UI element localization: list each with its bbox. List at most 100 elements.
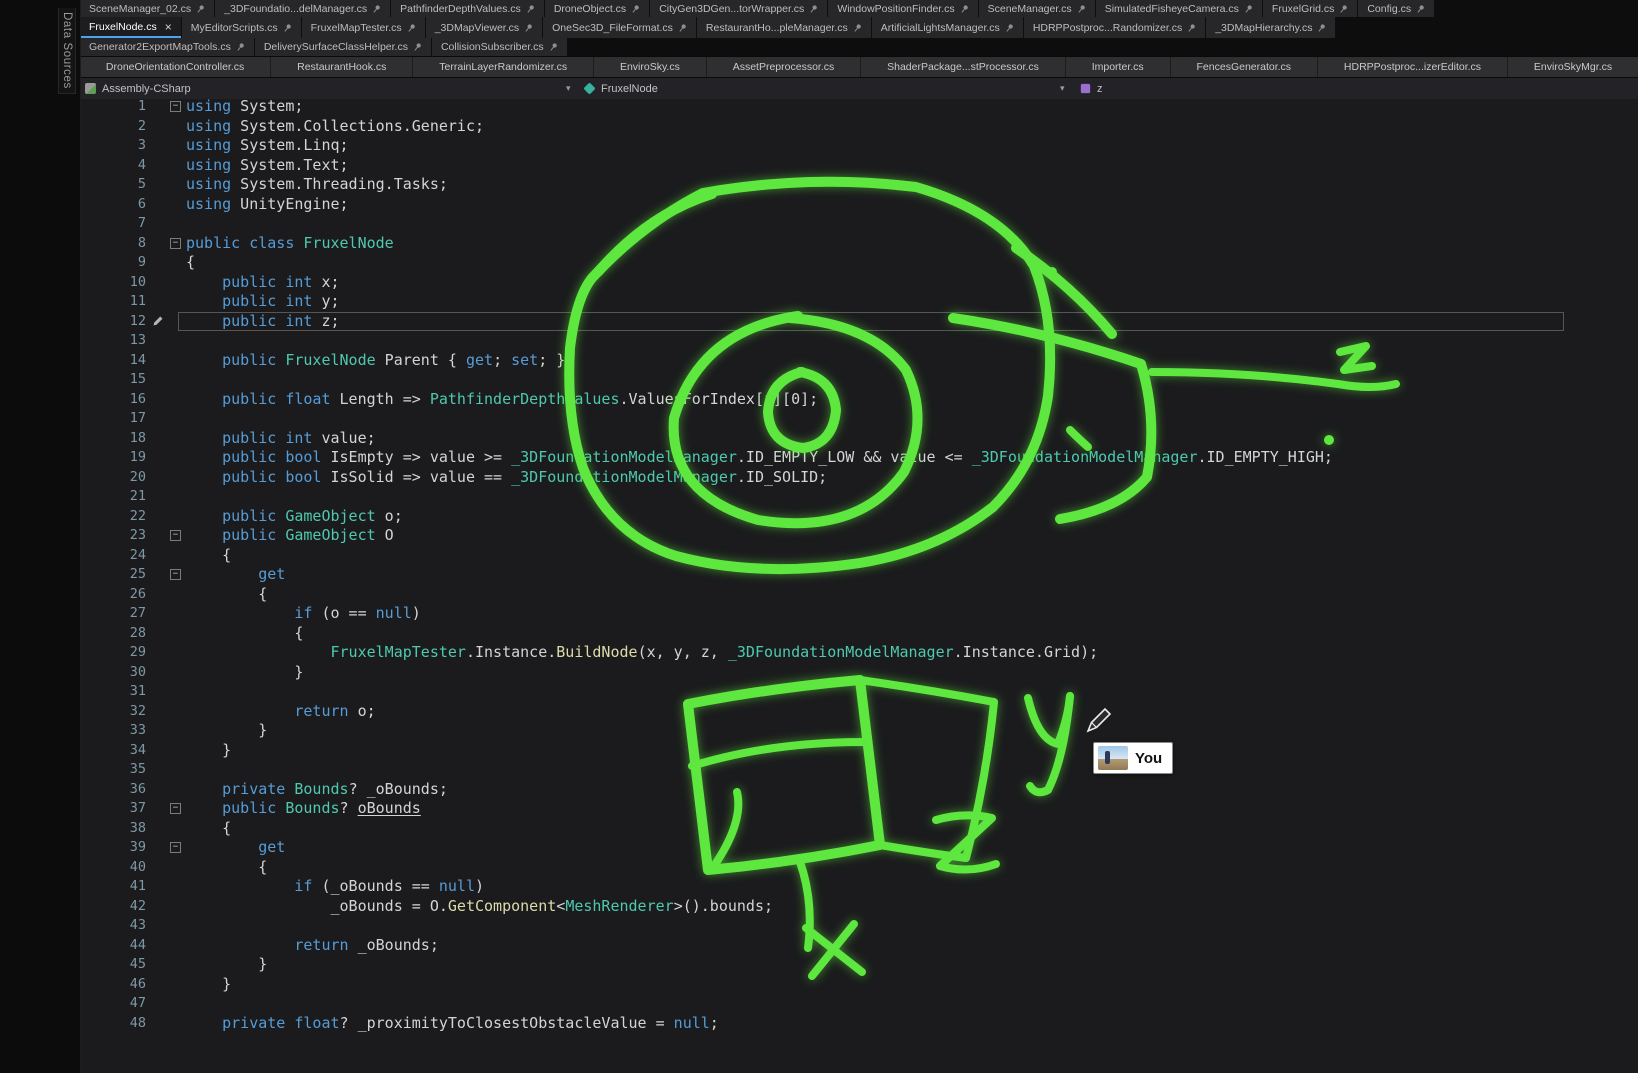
code-line[interactable]: 24 { [80, 546, 1638, 566]
code-line[interactable]: 16 public float Length => PathfinderDept… [80, 390, 1638, 410]
fold-toggle[interactable]: − [170, 842, 181, 853]
editor-tab[interactable]: SceneManager.cs [979, 0, 1095, 17]
code-line[interactable]: 37− public Bounds? oBounds [80, 799, 1638, 819]
pin-icon[interactable] [1339, 4, 1348, 14]
editor-tab[interactable]: FruxelGrid.cs [1263, 0, 1357, 17]
code-line[interactable]: 7 [80, 214, 1638, 234]
editor-tab[interactable]: _3DMapViewer.cs [426, 17, 542, 38]
editor-tab[interactable]: HDRPPostproc...Randomizer.cs [1024, 17, 1205, 38]
code-line[interactable]: 9{ [80, 253, 1638, 273]
member-dropdown[interactable]: z [1080, 78, 1103, 99]
code-line[interactable]: 30 } [80, 663, 1638, 683]
project-dropdown-chevron[interactable]: ▾ [566, 78, 571, 99]
code-line[interactable]: 25− get [80, 565, 1638, 585]
code-line[interactable]: 20 public bool IsSolid => value == _3DFo… [80, 468, 1638, 488]
code-line[interactable]: 26 { [80, 585, 1638, 605]
code-line[interactable]: 19 public bool IsEmpty => value >= _3DFo… [80, 448, 1638, 468]
close-icon[interactable]: × [165, 22, 172, 32]
code-line[interactable]: 8−public class FruxelNode [80, 234, 1638, 254]
code-line[interactable]: 5using System.Threading.Tasks; [80, 175, 1638, 195]
editor-tab[interactable]: DroneObject.cs [545, 0, 649, 17]
data-sources-side-tab[interactable]: Data Sources [58, 8, 76, 94]
pin-icon[interactable] [526, 4, 535, 14]
code-line[interactable]: 28 { [80, 624, 1638, 644]
code-line[interactable]: 45 } [80, 955, 1638, 975]
project-dropdown[interactable]: Assembly-CSharp [85, 78, 191, 99]
editor-tab[interactable]: SimulatedFisheyeCamera.cs [1096, 0, 1262, 17]
code-editor[interactable]: 1−using System;2using System.Collections… [80, 97, 1638, 1073]
code-line[interactable]: 29 FruxelMapTester.Instance.BuildNode(x,… [80, 643, 1638, 663]
code-line[interactable]: 38 { [80, 819, 1638, 839]
type-dropdown-chevron[interactable]: ▾ [1060, 78, 1065, 99]
editor-tab[interactable]: OneSec3D_FileFormat.cs [543, 17, 696, 38]
code-line[interactable]: 43 [80, 916, 1638, 936]
pin-icon[interactable] [1077, 4, 1086, 14]
fold-toggle[interactable]: − [170, 803, 181, 814]
editor-tab[interactable]: FruxelNode.cs× [80, 17, 181, 38]
pin-icon[interactable] [407, 23, 416, 33]
code-line[interactable]: 32 return o; [80, 702, 1638, 722]
code-line[interactable]: 13 [80, 331, 1638, 351]
code-line[interactable]: 10 public int x; [80, 273, 1638, 293]
pin-icon[interactable] [413, 42, 422, 52]
editor-tab[interactable]: WindowPositionFinder.cs [828, 0, 977, 17]
code-line[interactable]: 3using System.Linq; [80, 136, 1638, 156]
code-line[interactable]: 36 private Bounds? _oBounds; [80, 780, 1638, 800]
pin-icon[interactable] [196, 4, 205, 14]
editor-tab[interactable]: ArtificialLightsManager.cs [872, 17, 1023, 38]
editor-tab[interactable]: SceneManager_02.cs [80, 0, 214, 17]
code-line[interactable]: 11 public int y; [80, 292, 1638, 312]
editor-tab[interactable]: PathfinderDepthValues.cs [391, 0, 544, 17]
code-line[interactable]: 31 [80, 682, 1638, 702]
fold-toggle[interactable]: − [170, 101, 181, 112]
code-line[interactable]: 15 [80, 370, 1638, 390]
editor-tab[interactable]: _3DMapHierarchy.cs [1206, 17, 1335, 38]
pin-icon[interactable] [1317, 23, 1326, 33]
pin-icon[interactable] [678, 23, 687, 33]
code-line[interactable]: 21 [80, 487, 1638, 507]
document-tab[interactable]: FencesGenerator.cs [1171, 57, 1318, 77]
pin-icon[interactable] [809, 4, 818, 14]
editor-tab[interactable]: FruxelMapTester.cs [302, 17, 425, 38]
code-line[interactable]: 22 public GameObject o; [80, 507, 1638, 527]
fold-toggle[interactable]: − [170, 238, 181, 249]
pin-icon[interactable] [853, 23, 862, 33]
code-line[interactable]: 18 public int value; [80, 429, 1638, 449]
code-line[interactable]: 48 private float? _proximityToClosestObs… [80, 1014, 1638, 1034]
pin-icon[interactable] [1005, 23, 1014, 33]
code-line[interactable]: 27 if (o == null) [80, 604, 1638, 624]
document-tab[interactable]: DroneOrientationController.cs [80, 57, 271, 77]
pin-icon[interactable] [631, 4, 640, 14]
document-tab[interactable]: TerrainLayerRandomizer.cs [413, 57, 594, 77]
code-line[interactable]: 12 public int z; [80, 312, 1638, 332]
document-tab[interactable]: ShaderPackage...stProcessor.cs [861, 57, 1066, 77]
document-tab[interactable]: EnviroSkyMgr.cs [1508, 57, 1638, 77]
editor-tab[interactable]: DeliverySurfaceClassHelper.cs [255, 38, 431, 56]
code-line[interactable]: 2using System.Collections.Generic; [80, 117, 1638, 137]
code-line[interactable]: 14 public FruxelNode Parent { get; set; … [80, 351, 1638, 371]
code-line[interactable]: 40 { [80, 858, 1638, 878]
code-line[interactable]: 23− public GameObject O [80, 526, 1638, 546]
pin-icon[interactable] [1416, 4, 1425, 14]
pin-icon[interactable] [524, 23, 533, 33]
pin-icon[interactable] [960, 4, 969, 14]
code-line[interactable]: 34 } [80, 741, 1638, 761]
fold-toggle[interactable]: − [170, 530, 181, 541]
editor-tab[interactable]: CityGen3DGen...torWrapper.cs [650, 0, 827, 17]
type-dropdown[interactable]: FruxelNode [584, 78, 658, 99]
pin-icon[interactable] [1244, 4, 1253, 14]
editor-tab[interactable]: _3DFoundatio...delManager.cs [215, 0, 390, 17]
code-line[interactable]: 44 return _oBounds; [80, 936, 1638, 956]
code-line[interactable]: 41 if (_oBounds == null) [80, 877, 1638, 897]
code-line[interactable]: 39− get [80, 838, 1638, 858]
code-line[interactable]: 46 } [80, 975, 1638, 995]
code-line[interactable]: 17 [80, 409, 1638, 429]
document-tab[interactable]: RestaurantHook.cs [271, 57, 413, 77]
fold-toggle[interactable]: − [170, 569, 181, 580]
editor-tab[interactable]: Generator2ExportMapTools.cs [80, 38, 254, 56]
document-tab[interactable]: EnviroSky.cs [594, 57, 707, 77]
editor-tab[interactable]: CollisionSubscriber.cs [432, 38, 567, 56]
document-tab[interactable]: HDRPPostproc...izerEditor.cs [1318, 57, 1508, 77]
document-tab[interactable]: AssetPreprocessor.cs [707, 57, 861, 77]
code-line[interactable]: 4using System.Text; [80, 156, 1638, 176]
